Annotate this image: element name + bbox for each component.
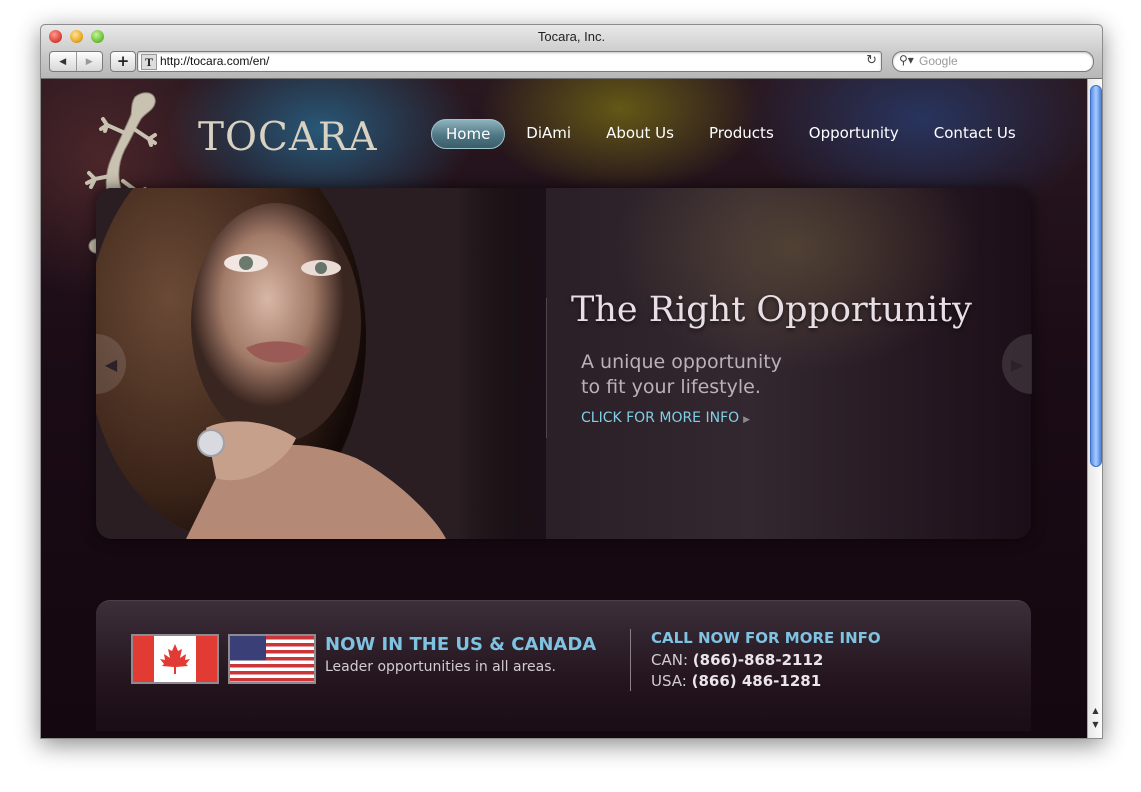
- logo-wordmark: TOCARA: [198, 115, 378, 160]
- canada-phone-number[interactable]: (866)-868-2112: [693, 651, 824, 669]
- window-title: Tocara, Inc.: [537, 29, 606, 44]
- hero-subtitle-line-1: A unique opportunity: [581, 351, 782, 373]
- site-favicon-icon: T: [141, 54, 157, 70]
- address-bar[interactable]: T http://tocara.com/en/ ↻: [137, 51, 882, 72]
- hero-portrait-image: [96, 188, 546, 539]
- search-icon: ⚲▾: [899, 53, 914, 67]
- hero-subtitle: A unique opportunity to fit your lifesty…: [581, 350, 911, 400]
- forward-arrow-icon[interactable]: ▶: [75, 52, 103, 71]
- more-info-link[interactable]: CLICK FOR MORE INFO ▶: [581, 410, 750, 426]
- canada-flag-icon: [131, 634, 219, 684]
- usa-phone: USA: (866) 486-1281: [651, 672, 821, 690]
- availability-subline: Leader opportunities in all areas.: [325, 659, 556, 675]
- chevron-right-icon: ▶: [1010, 354, 1024, 374]
- canada-phone: CAN: (866)-868-2112: [651, 651, 823, 669]
- hero-divider: [546, 298, 547, 438]
- add-bookmark-button[interactable]: +: [110, 51, 136, 72]
- url-text[interactable]: http://tocara.com/en/: [160, 54, 269, 68]
- main-nav: Home DiAmi About Us Products Opportunity…: [431, 119, 1037, 149]
- scrollbar-thumb[interactable]: [1090, 85, 1102, 467]
- back-arrow-icon[interactable]: ◀: [50, 52, 76, 71]
- hero-subtitle-line-2: to fit your lifestyle.: [581, 376, 761, 398]
- title-bar: Tocara, Inc. ◀ ▶ + T http://tocara.com/e…: [41, 25, 1102, 79]
- history-nav: ◀ ▶: [49, 51, 103, 72]
- availability-headline: NOW IN THE US & CANADA: [325, 634, 597, 655]
- page-viewport: TOCARA Home DiAmi About Us Products Oppo…: [41, 79, 1087, 738]
- hero-title: The Right Opportunity: [571, 290, 972, 330]
- nav-about-us[interactable]: About Us: [592, 119, 688, 147]
- nav-diami[interactable]: DiAmi: [512, 119, 585, 147]
- usa-phone-label: USA:: [651, 672, 687, 690]
- scroll-arrows[interactable]: ▲ ▼: [1088, 704, 1102, 738]
- search-placeholder: Google: [919, 54, 958, 68]
- nav-products[interactable]: Products: [695, 119, 788, 147]
- usa-flag-icon: [228, 634, 316, 684]
- browser-window: Tocara, Inc. ◀ ▶ + T http://tocara.com/e…: [40, 24, 1103, 739]
- reload-icon[interactable]: ↻: [866, 53, 877, 68]
- hero-slider[interactable]: The Right Opportunity A unique opportuni…: [96, 188, 1031, 539]
- chevron-left-icon: ◀: [104, 354, 118, 374]
- nav-opportunity[interactable]: Opportunity: [795, 119, 913, 147]
- search-field[interactable]: ⚲▾ Google: [892, 51, 1094, 72]
- info-divider: [630, 629, 631, 691]
- play-arrow-icon: ▶: [743, 415, 751, 425]
- nav-contact-us[interactable]: Contact Us: [920, 119, 1030, 147]
- canada-phone-label: CAN:: [651, 651, 689, 669]
- call-heading: CALL NOW FOR MORE INFO: [651, 629, 881, 647]
- more-info-link-label[interactable]: CLICK FOR MORE INFO: [581, 410, 739, 426]
- usa-phone-number[interactable]: (866) 486-1281: [692, 672, 822, 690]
- nav-home[interactable]: Home: [431, 119, 506, 149]
- vertical-scrollbar[interactable]: ▲ ▼: [1087, 79, 1102, 738]
- info-panel: NOW IN THE US & CANADA Leader opportunit…: [96, 600, 1031, 731]
